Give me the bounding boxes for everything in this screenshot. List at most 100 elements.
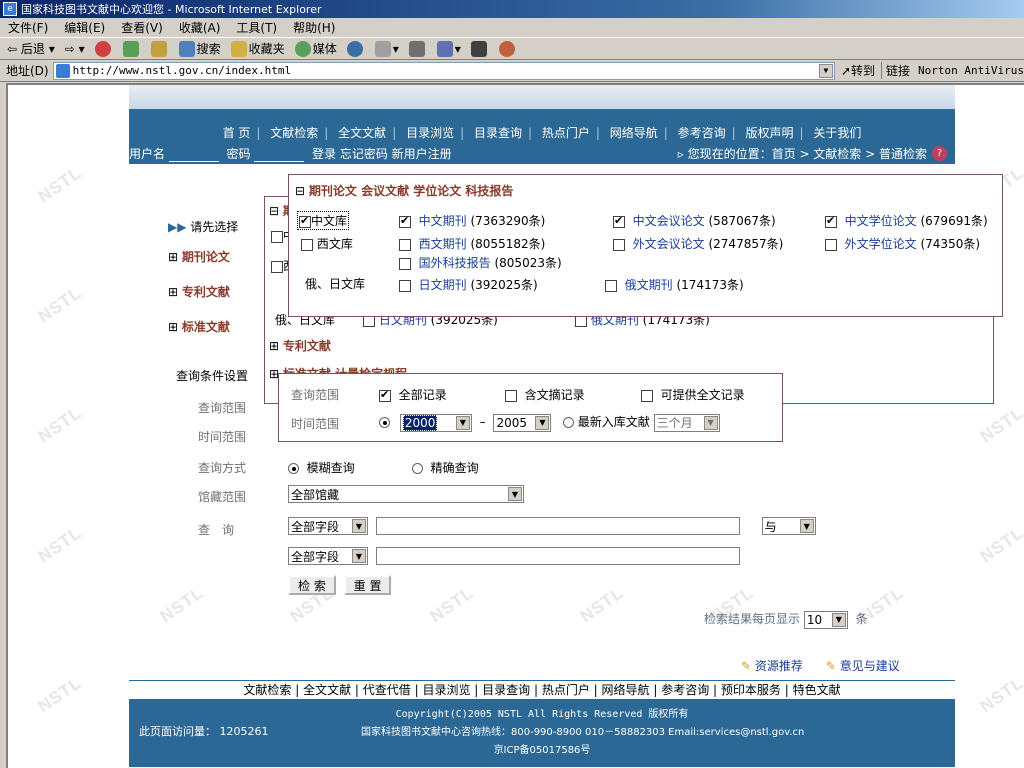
menu-edit[interactable]: 编辑(E) — [56, 19, 113, 36]
login-link[interactable]: 登录 — [312, 147, 336, 161]
footer-link[interactable]: 参考咨询 — [661, 683, 709, 697]
nav-catalog-query[interactable]: 目录查询 — [471, 126, 525, 140]
checkbox[interactable] — [613, 238, 625, 251]
checkbox[interactable] — [399, 257, 411, 270]
reset-button[interactable]: 重 置 — [343, 575, 392, 595]
register-link[interactable]: 新用户注册 — [392, 147, 452, 161]
recommend-link[interactable]: ✎ 资源推荐 — [741, 659, 803, 673]
fuzzy-radio[interactable] — [288, 463, 299, 474]
nav-copyright[interactable]: 版权声明 — [743, 126, 797, 140]
menu-favorites[interactable]: 收藏(A) — [171, 19, 229, 36]
nav-catalog-browse[interactable]: 目录浏览 — [403, 126, 457, 140]
forward-button[interactable]: ⇨ ▾ — [60, 42, 90, 56]
page-icon — [55, 63, 70, 78]
footer-link[interactable]: 热点门户 — [542, 683, 590, 697]
history-button[interactable] — [342, 40, 370, 57]
query-input-1[interactable] — [375, 517, 740, 535]
newest-select[interactable]: 三个月 ▼ — [653, 413, 720, 432]
checkbox[interactable] — [399, 214, 411, 228]
footer-link[interactable]: 目录查询 — [482, 683, 530, 697]
checkbox[interactable] — [825, 238, 837, 251]
checkbox[interactable] — [271, 260, 283, 273]
footer-link[interactable]: 目录浏览 — [422, 683, 470, 697]
nav-hot-portal[interactable]: 热点门户 — [539, 126, 593, 140]
edit-button[interactable]: ▾ — [432, 40, 466, 57]
home-button[interactable] — [146, 40, 174, 57]
checkbox[interactable] — [271, 230, 283, 243]
favorites-button[interactable]: 收藏夹 — [226, 40, 290, 57]
stop-button[interactable] — [90, 40, 118, 57]
field-select-1[interactable]: 全部字段 ▼ — [288, 517, 368, 535]
checkbox[interactable] — [379, 388, 391, 402]
help-icon[interactable]: ? — [932, 146, 947, 161]
newest-radio[interactable] — [562, 417, 574, 428]
checkbox[interactable] — [299, 214, 311, 228]
checkbox[interactable] — [641, 389, 653, 402]
feedback-link[interactable]: ✎ 意见与建议 — [826, 659, 900, 673]
scope-fulltext[interactable]: 可提供全文记录 — [641, 386, 745, 403]
exact-radio[interactable] — [412, 463, 423, 474]
menu-help[interactable]: 帮助(H) — [285, 19, 343, 36]
forgot-password-link[interactable]: 忘记密码 — [340, 147, 388, 161]
links-button[interactable]: 链接 — [881, 62, 914, 79]
search-button[interactable]: 搜索 — [174, 40, 226, 57]
checkbox[interactable] — [301, 238, 313, 251]
tools-button[interactable] — [466, 40, 494, 57]
checkbox[interactable] — [399, 238, 411, 251]
patent-section[interactable]: ⊞ 专利文献 — [269, 337, 331, 354]
checkbox[interactable] — [825, 214, 837, 228]
from-year-select[interactable]: 2000 ▼ — [399, 413, 472, 432]
nav-about[interactable]: 关于我们 — [810, 126, 864, 140]
norton-button[interactable]: Norton AntiVirus — [914, 64, 1024, 77]
field-select-2[interactable]: 全部字段 ▼ — [288, 547, 368, 565]
dropdown-icon: ▼ — [799, 519, 814, 533]
scope-abstract[interactable]: 含文摘记录 — [505, 386, 585, 403]
side-standard[interactable]: ⊞ 标准文献 — [168, 318, 230, 335]
to-year-select[interactable]: 2005 ▼ — [493, 413, 552, 432]
nav-home[interactable]: 首 页 — [220, 126, 254, 140]
panel-tabs[interactable]: ⊟ 期刊论文 会议文献 学位论文 科技报告 — [295, 182, 513, 199]
menu-tools[interactable]: 工具(T) — [228, 19, 285, 36]
checkbox[interactable] — [399, 279, 411, 292]
exact-option[interactable]: 精确查询 — [412, 459, 479, 476]
footer-link[interactable]: 网络导航 — [602, 683, 650, 697]
go-button[interactable]: ➚转到 — [835, 62, 881, 79]
side-patent[interactable]: ⊞ 专利文献 — [168, 283, 230, 300]
address-bar: 地址(D) http://www.nstl.gov.cn/index.html … — [0, 60, 1024, 82]
nav-web-guide[interactable]: 网络导航 — [607, 126, 661, 140]
print-button[interactable] — [404, 40, 432, 57]
footer-link[interactable]: 全文文献 — [303, 683, 351, 697]
favorites-icon — [230, 40, 247, 57]
media-button[interactable]: 媒体 — [290, 40, 342, 57]
username-input[interactable] — [168, 147, 219, 162]
nav-reference[interactable]: 参考咨询 — [675, 126, 729, 140]
checkbox[interactable] — [605, 279, 617, 292]
checkbox[interactable] — [505, 389, 517, 402]
address-input[interactable]: http://www.nstl.gov.cn/index.html ▼ — [52, 61, 835, 80]
footer-link[interactable]: 文献检索 — [243, 683, 291, 697]
mail-button[interactable]: ▾ — [370, 40, 404, 57]
checkbox[interactable] — [613, 214, 625, 228]
scope-all[interactable]: 全部记录 — [379, 386, 447, 403]
nav-search[interactable]: 文献检索 — [267, 126, 321, 140]
nav-fulltext[interactable]: 全文文献 — [335, 126, 389, 140]
footer-link[interactable]: 特色文献 — [793, 683, 841, 697]
logic-select[interactable]: 与 ▼ — [761, 517, 816, 535]
per-page-select[interactable]: 10 ▼ — [803, 610, 848, 629]
back-button[interactable]: ⇦ 后退 ▾ — [2, 40, 60, 57]
holdings-select[interactable]: 全部馆藏 ▼ — [288, 485, 524, 503]
footer-link[interactable]: 代查代借 — [363, 683, 411, 697]
password-input[interactable] — [254, 147, 305, 162]
search-submit-button[interactable]: 检 索 — [288, 575, 336, 595]
footer-link[interactable]: 预印本服务 — [721, 683, 781, 697]
menu-file[interactable]: 文件(F) — [0, 19, 56, 36]
year-range-radio[interactable] — [379, 417, 390, 428]
fuzzy-option[interactable]: 模糊查询 — [288, 459, 355, 476]
refresh-button[interactable] — [118, 40, 146, 57]
print-icon — [408, 40, 425, 57]
menu-view[interactable]: 查看(V) — [113, 19, 171, 36]
address-dropdown-icon[interactable]: ▼ — [818, 63, 833, 78]
side-journal[interactable]: ⊞ 期刊论文 — [168, 248, 230, 265]
messenger-button[interactable] — [494, 40, 522, 57]
query-input-2[interactable] — [375, 547, 740, 565]
